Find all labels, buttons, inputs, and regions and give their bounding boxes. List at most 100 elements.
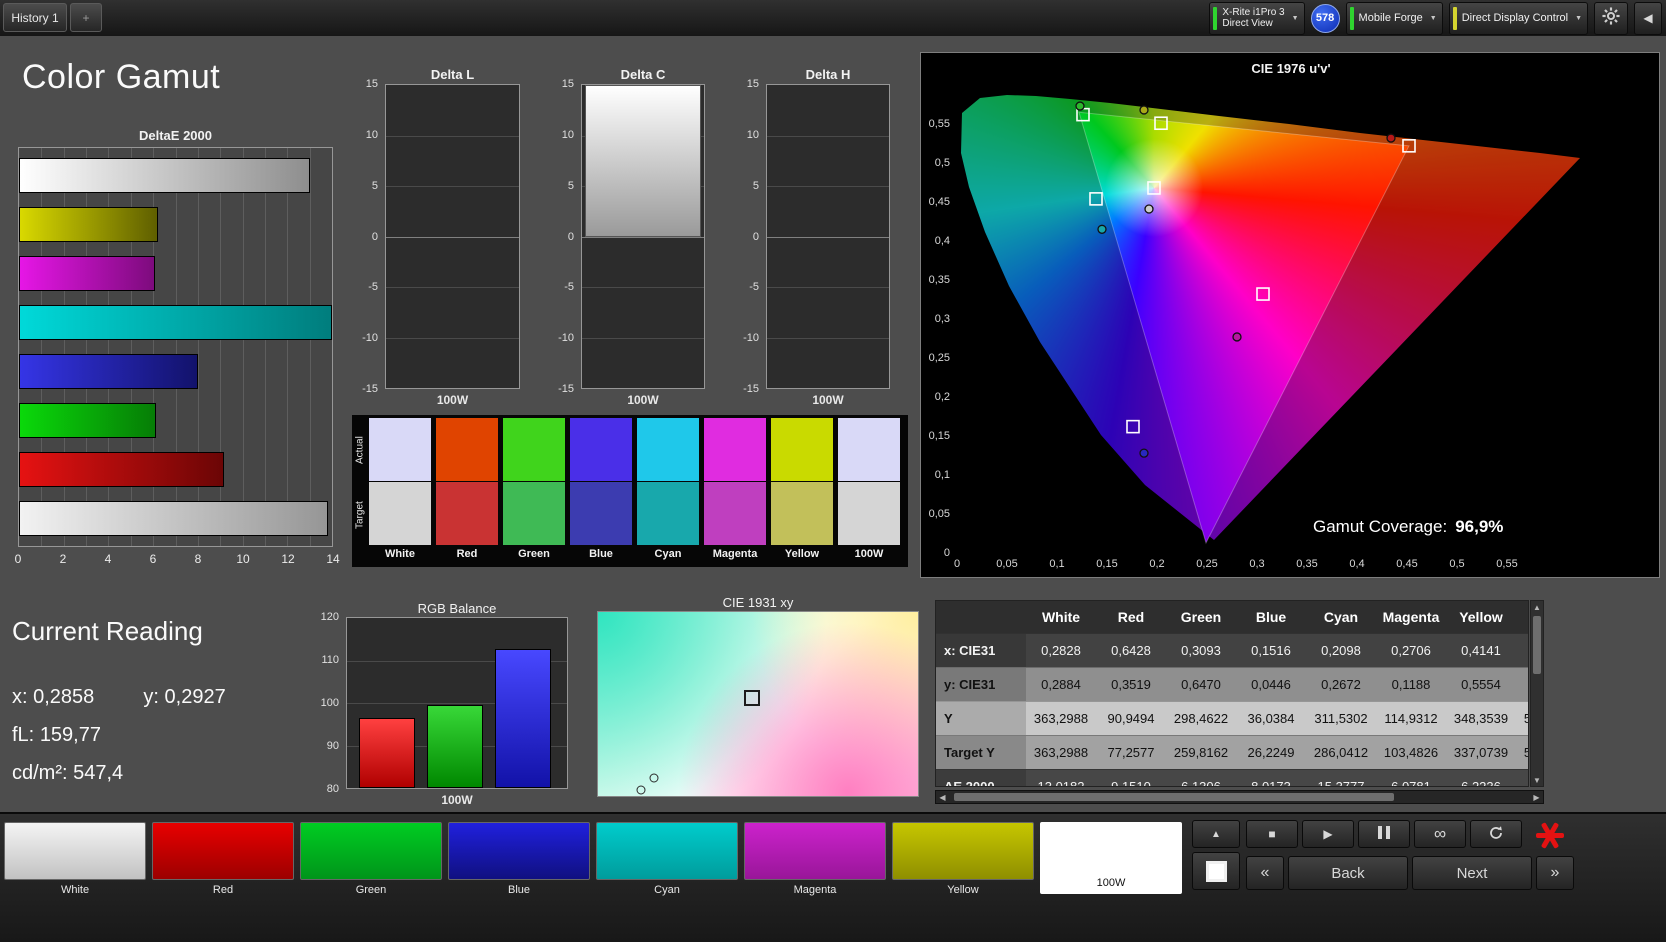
patch-label: Green [518, 548, 550, 560]
pattern-swatch-magenta[interactable]: Magenta [744, 822, 886, 896]
patch-column-white: White [369, 418, 431, 560]
axis-tick-label: 10 [561, 128, 574, 141]
scroll-up-arrow-icon[interactable]: ▲ [1531, 601, 1543, 613]
target-swatch [637, 482, 699, 545]
chevron-down-icon: ▼ [1575, 14, 1582, 22]
axis-tick-label: 80 [326, 783, 339, 795]
gamut-triangle-outline [1078, 111, 1410, 545]
patch-column-100w: 100W [838, 418, 900, 560]
axis-tick-label: 0,25 [928, 352, 950, 364]
table-cell: 0,2858 [1516, 634, 1528, 667]
play-button[interactable]: ▶ [1302, 820, 1354, 848]
x-value: 0,2858 [33, 686, 95, 708]
table-horizontal-scrollbar[interactable]: ◀ ▶ [935, 790, 1544, 804]
pattern-swatch-blue[interactable]: Blue [448, 822, 590, 896]
gamut-coverage-value: 96,9% [1455, 517, 1504, 536]
table-cell: 547,4014 [1516, 736, 1528, 769]
table-cell: 363,2988 [1033, 745, 1089, 760]
table-cell: 311,5302 [1314, 711, 1368, 726]
target-swatch [771, 482, 833, 545]
window-icon [1205, 860, 1227, 882]
tab-history-1[interactable]: History 1 [3, 3, 67, 32]
pause-button[interactable] [1358, 820, 1410, 848]
table-vertical-scrollbar[interactable]: ▲ ▼ [1530, 600, 1544, 787]
table-cell: 348,3539 [1453, 711, 1509, 726]
refresh-icon [1488, 825, 1504, 844]
gridline [767, 186, 889, 187]
back-button[interactable]: Back [1288, 856, 1408, 890]
axis-tick-label: 0,55 [1496, 558, 1518, 570]
pattern-swatch-green[interactable]: Green [300, 822, 442, 896]
first-pattern-button[interactable]: « [1246, 856, 1284, 890]
gridline [767, 135, 889, 137]
pattern-swatches: White Red Green Blue Cyan Magenta Yellow 100W [4, 822, 1188, 896]
table-cell: 36,0384 [1247, 711, 1295, 726]
scroll-down-arrow-icon[interactable]: ▼ [1531, 774, 1543, 786]
axis-tick-label: -15 [743, 383, 759, 395]
patch-column-magenta: Magenta [704, 418, 766, 560]
next-button[interactable]: Next [1412, 856, 1532, 890]
fl-value: 159,77 [39, 724, 101, 746]
target-swatch [503, 482, 565, 545]
swatch-tile [596, 822, 738, 880]
table-cell: 26,2249 [1247, 745, 1295, 760]
axis-tick-label: 0,3 [1249, 558, 1265, 570]
reading-count-badge[interactable]: 578 [1310, 3, 1340, 33]
patch-compare-strip: Actual Target White Red Green Blue Cyan Magen… [352, 415, 908, 567]
gridline [386, 236, 519, 238]
gear-icon [1602, 6, 1620, 30]
patch-column-red: Red [436, 418, 498, 560]
row-label: x: CIE31 [936, 634, 1026, 667]
axis-tick-label: 0,05 [996, 558, 1018, 570]
red-asterisk-icon [1536, 821, 1564, 849]
column-header [936, 601, 1026, 633]
pattern-scroll-up-button[interactable]: ▲ [1192, 820, 1240, 848]
table-cell: 0,2884 [1041, 677, 1081, 692]
measured-point-blue [1139, 448, 1149, 458]
add-tab-button[interactable]: + [70, 3, 102, 32]
patch-label: 100W [854, 548, 884, 560]
last-pattern-button[interactable]: » [1536, 856, 1574, 890]
pattern-swatch-white[interactable]: White [4, 822, 146, 896]
double-chevron-left-icon: « [1260, 864, 1270, 881]
rgb-balance-y-axis: 120 110 100 90 80 [308, 611, 344, 795]
measured-point-red [1386, 133, 1396, 143]
autocal-button[interactable] [1528, 816, 1572, 854]
stop-button[interactable]: ■ [1246, 820, 1298, 848]
settings-button[interactable] [1594, 1, 1628, 35]
gridline [582, 287, 704, 288]
pattern-window-button[interactable] [1192, 852, 1240, 890]
continuous-measure-button[interactable]: ∞ [1414, 820, 1466, 848]
meter-selector[interactable]: X-Rite i1Pro 3 Direct View ▼ [1209, 1, 1305, 35]
axis-tick-label: 0,5 [934, 157, 950, 169]
measured-point [649, 773, 659, 783]
axis-tick-label: 0,5 [1449, 558, 1465, 570]
pattern-swatch-cyan[interactable]: Cyan [596, 822, 738, 896]
table-cell: 114,9312 [1384, 711, 1438, 726]
pattern-swatch-100w[interactable]: 100W [1040, 822, 1182, 896]
source-selector[interactable]: Mobile Forge ▼ [1345, 1, 1443, 35]
hscroll-thumb[interactable] [954, 793, 1394, 801]
scroll-left-arrow-icon[interactable]: ◀ [936, 791, 949, 803]
actual-swatch [838, 418, 900, 481]
scroll-right-arrow-icon[interactable]: ▶ [1530, 791, 1543, 803]
axis-tick-label: 0,2 [934, 391, 950, 403]
axis-tick-label: 0,4 [934, 235, 950, 247]
cie1976-x-axis: 0 0,05 0,1 0,15 0,2 0,25 0,3 0,35 0,4 0,45 0,5 0,55 [921, 558, 1659, 574]
table-cell: 0,1188 [1391, 677, 1431, 692]
gridline [309, 148, 311, 546]
display-control-selector[interactable]: Direct Display Control ▼ [1448, 1, 1588, 35]
delta-l-chart-title: Delta L [430, 67, 475, 82]
vscroll-thumb[interactable] [1533, 616, 1541, 674]
pattern-swatch-yellow[interactable]: Yellow [892, 822, 1034, 896]
axis-tick-label: 0,25 [1196, 558, 1218, 570]
pattern-swatch-red[interactable]: Red [152, 822, 294, 896]
table-cell: 286,0412 [1313, 745, 1369, 760]
delta-l-chart [385, 84, 520, 389]
patch-label: Yellow [784, 548, 820, 560]
table-cell: 0,3519 [1111, 677, 1151, 692]
collapse-panel-button[interactable]: ◀ [1634, 1, 1662, 35]
refresh-button[interactable] [1470, 820, 1522, 848]
measured-point-green [1075, 101, 1085, 111]
table-cell [1516, 770, 1528, 786]
